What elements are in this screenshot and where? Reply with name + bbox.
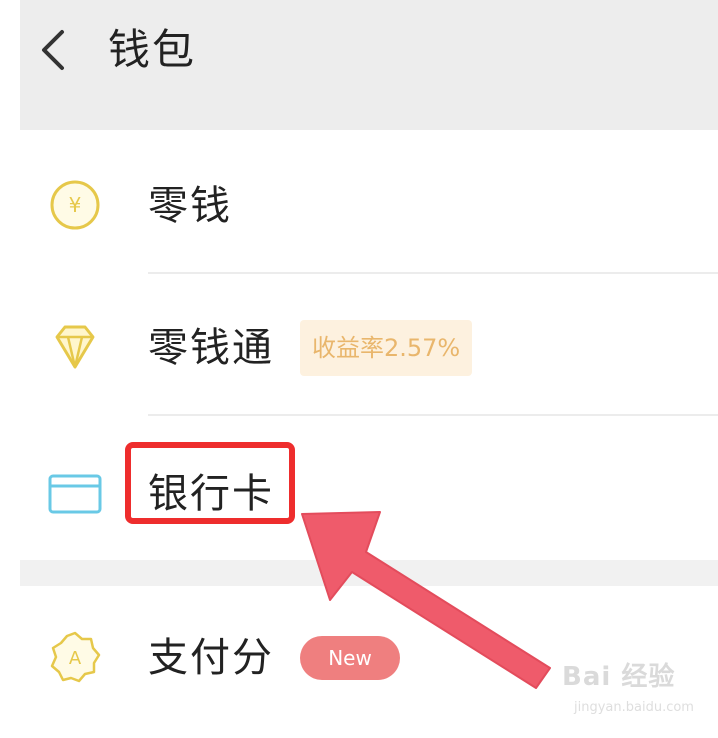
divider [148,272,718,274]
wallet-screen: 钱包 ¥ 零钱 零钱通 收益率2.57% 银行卡 A 支付分 New Bai 经… [20,0,718,738]
svg-text:¥: ¥ [69,193,82,217]
yuan-coin-icon: ¥ [50,180,100,230]
chevron-left-icon [42,30,64,70]
menu-item-label: 零钱通 [148,325,274,371]
menu-item-label: 支付分 [148,635,274,681]
diamond-icon [55,325,95,369]
watermark-logo: Bai 经验 [562,662,676,692]
svg-text:A: A [69,648,82,669]
badge-a-icon: A [50,631,101,683]
highlight-box [125,442,295,524]
menu-item-change[interactable]: ¥ 零钱 [20,136,718,276]
back-button[interactable] [28,22,84,78]
divider [148,414,718,416]
page-title: 钱包 [108,25,197,74]
nav-header: 钱包 [20,0,718,130]
yield-rate-badge: 收益率2.57% [300,320,473,376]
menu-item-label: 零钱 [148,183,232,229]
watermark-url: jingyan.baidu.com [574,700,694,715]
new-badge: New [300,636,400,680]
bank-card-icon [48,474,102,514]
baidu-watermark: Bai 经验 jingyan.baidu.com [552,648,712,728]
